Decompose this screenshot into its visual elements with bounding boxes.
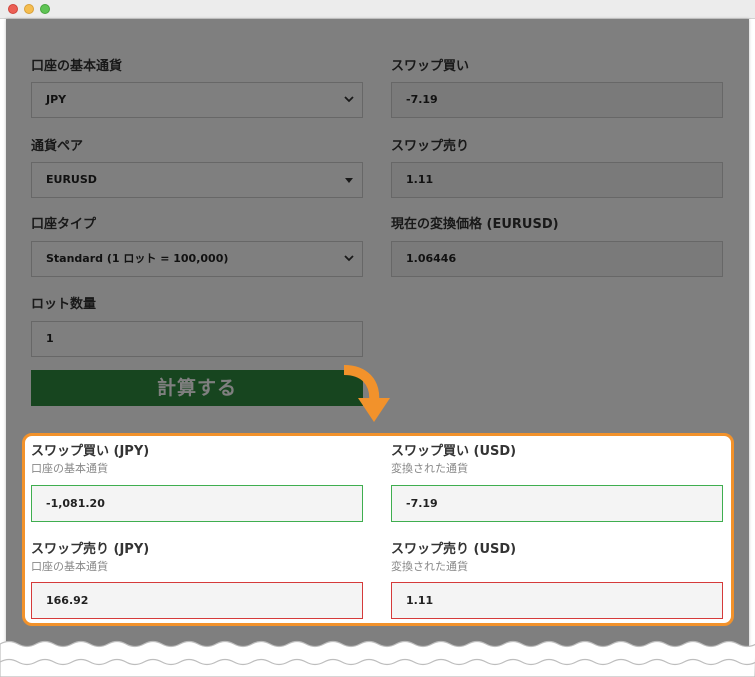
zoom-window-button[interactable] <box>40 4 50 14</box>
window-titlebar <box>0 0 755 19</box>
torn-edge-decoration <box>0 640 755 677</box>
result-buy-usd-value: -7.19 <box>406 497 438 510</box>
curved-arrow-icon <box>343 365 390 422</box>
result-buy-jpy-value: -1,081.20 <box>46 497 105 510</box>
result-sell-jpy-title: スワップ売り (JPY) <box>31 542 150 557</box>
result-buy-jpy-title: スワップ買い (JPY) <box>31 444 150 459</box>
result-buy-usd-field: -7.19 <box>391 485 723 522</box>
minimize-window-button[interactable] <box>24 4 34 14</box>
result-buy-jpy-field: -1,081.20 <box>31 485 363 522</box>
result-sell-jpy-subtitle: 口座の基本通貨 <box>31 560 108 573</box>
result-buy-jpy-subtitle: 口座の基本通貨 <box>31 462 108 475</box>
result-sell-jpy-value: 166.92 <box>46 594 89 607</box>
close-window-button[interactable] <box>8 4 18 14</box>
result-buy-usd-subtitle: 変換された通貨 <box>391 462 468 475</box>
browser-window: 口座の基本通貨 JPY 通貨ペア EURUSD 口座タイプ Standard (… <box>0 0 755 677</box>
result-sell-usd-title: スワップ売り (USD) <box>391 542 517 557</box>
result-sell-jpy-field: 166.92 <box>31 582 363 619</box>
result-sell-usd-subtitle: 変換された通貨 <box>391 560 468 573</box>
result-buy-usd-title: スワップ買い (USD) <box>391 444 517 459</box>
result-sell-usd-value: 1.11 <box>406 594 434 607</box>
result-sell-usd-field: 1.11 <box>391 582 723 619</box>
